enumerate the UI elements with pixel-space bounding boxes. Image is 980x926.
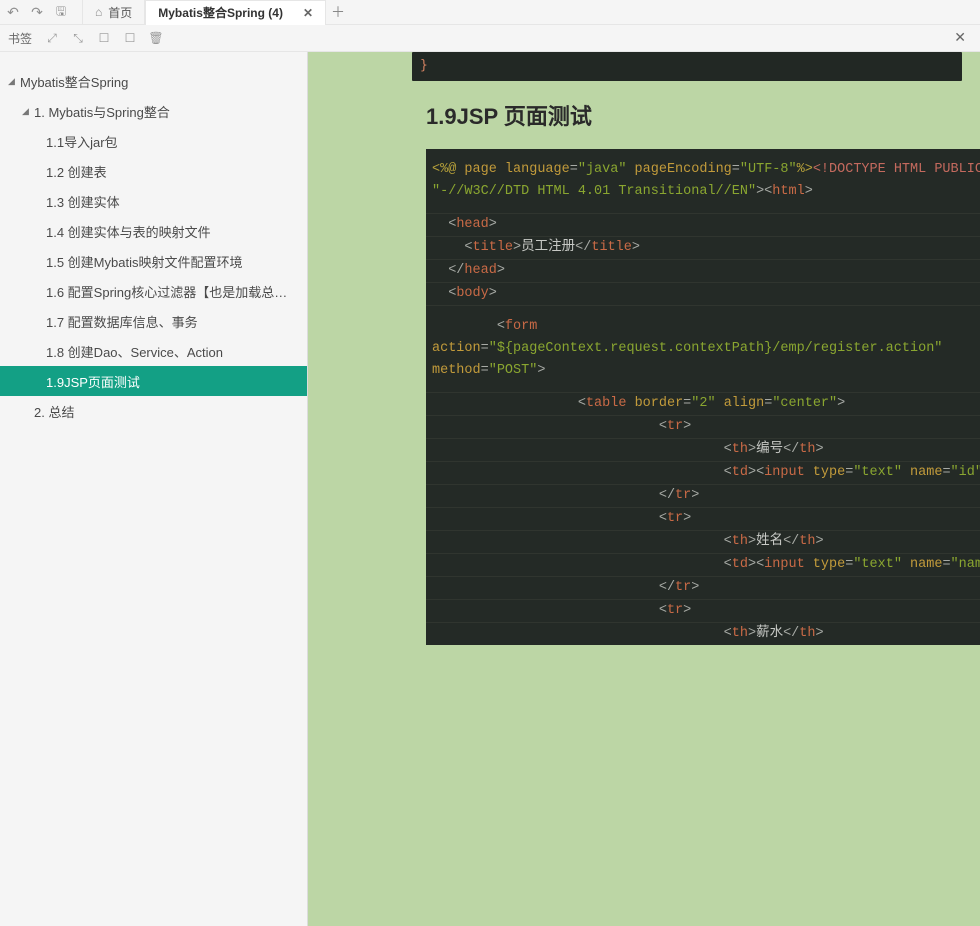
tab-bar: ⌂ 首页 Mybatis整合Spring (4) ✕ ＋ <box>82 0 350 25</box>
code-line: <td><input type="text" name="id"></td> <box>426 462 980 485</box>
code-line: <title>员工注册</title> <box>426 237 980 260</box>
home-icon: ⌂ <box>95 5 102 19</box>
code-line: <%@ page language="java" pageEncoding="U… <box>426 149 980 214</box>
close-panel-icon[interactable]: ✕ <box>954 29 966 46</box>
bookmark-bar: 书签 ⤢ ⤡ ☐ ☐ 🗑 ✕ <box>0 25 980 52</box>
code-line: <th>编号</th> <box>426 439 980 462</box>
bookmark-label: 书签 <box>8 30 32 47</box>
code-line: </tr> <box>426 577 980 600</box>
tree-section-1[interactable]: ◢ 1. Mybatis与Spring整合 <box>0 96 307 126</box>
outline-tree: ◢ Mybatis整合Spring ◢ 1. Mybatis与Spring整合 … <box>0 52 307 426</box>
tree-item[interactable]: 1.6 配置Spring核心过滤器【也是加载总配置... <box>0 276 307 306</box>
code-line: <th>薪水</th> <box>426 623 980 645</box>
bookmark-remove-icon[interactable]: ☐ <box>120 28 140 48</box>
redo-icon[interactable]: ↷ <box>26 1 48 23</box>
nav-icons: ↶ ↷ 🖫 <box>0 1 74 23</box>
code-text: } <box>420 58 428 73</box>
close-icon[interactable]: ✕ <box>303 6 313 20</box>
tab-label: Mybatis整合Spring (4) <box>158 4 283 21</box>
tree-label: 1.7 配置数据库信息、事务 <box>46 312 198 331</box>
content-pane[interactable]: } 1.9JSP 页面测试 <%@ page language="java" p… <box>308 52 980 926</box>
bookmark-icons: ⤢ ⤡ ☐ ☐ 🗑 <box>42 28 166 48</box>
tree-item[interactable]: 1.7 配置数据库信息、事务 <box>0 306 307 336</box>
tree-label: 1.6 配置Spring核心过滤器【也是加载总配置... <box>46 282 296 301</box>
tree-item[interactable]: 1.1导入jar包 <box>0 126 307 156</box>
code-line: <td><input type="text" name="name"></td> <box>426 554 980 577</box>
trash-icon[interactable]: 🗑 <box>146 28 166 48</box>
tree-label: 1.1导入jar包 <box>46 132 118 151</box>
tree-label: 1.4 创建实体与表的映射文件 <box>46 222 211 241</box>
code-line: <tr> <box>426 416 980 439</box>
collapse-icon[interactable]: ⤡ <box>68 28 88 48</box>
tree-label: 1.9JSP页面测试 <box>46 372 140 391</box>
tree-section-2[interactable]: 2. 总结 <box>0 396 307 426</box>
tree-item[interactable]: 1.4 创建实体与表的映射文件 <box>0 216 307 246</box>
tree-label: 1.8 创建Dao、Service、Action <box>46 342 223 361</box>
code-line: <form action="${pageContext.request.cont… <box>426 306 980 393</box>
tree-label: Mybatis整合Spring <box>20 72 128 91</box>
tree-root[interactable]: ◢ Mybatis整合Spring <box>0 66 307 96</box>
expand-icon[interactable]: ⤢ <box>42 28 62 48</box>
code-line: <body> <box>426 283 980 306</box>
tree-label: 2. 总结 <box>34 402 74 421</box>
code-line: </head> <box>426 260 980 283</box>
tree-item[interactable]: 1.3 创建实体 <box>0 186 307 216</box>
code-line: </tr> <box>426 485 980 508</box>
chevron-down-icon: ◢ <box>22 106 32 117</box>
code-block: <%@ page language="java" pageEncoding="U… <box>426 149 980 645</box>
undo-icon[interactable]: ↶ <box>2 1 24 23</box>
section-heading: 1.9JSP 页面测试 <box>426 99 980 131</box>
tree-item[interactable]: 1.5 创建Mybatis映射文件配置环境 <box>0 246 307 276</box>
tree-label: 1.5 创建Mybatis映射文件配置环境 <box>46 252 242 271</box>
code-line: <tr> <box>426 600 980 623</box>
tree-item-selected[interactable]: 1.9JSP页面测试 <box>0 366 307 396</box>
tree-label: 1.2 创建表 <box>46 162 107 181</box>
tab-add-button[interactable]: ＋ <box>326 0 350 25</box>
code-snippet-top: } <box>412 52 962 81</box>
chevron-down-icon: ◢ <box>8 76 18 87</box>
tree-item[interactable]: 1.2 创建表 <box>0 156 307 186</box>
tree-label: 1.3 创建实体 <box>46 192 120 211</box>
tree-label: 1. Mybatis与Spring整合 <box>34 102 170 121</box>
tree-item[interactable]: 1.8 创建Dao、Service、Action <box>0 336 307 366</box>
code-line: <tr> <box>426 508 980 531</box>
save-icon[interactable]: 🖫 <box>50 1 72 23</box>
content-inner: } 1.9JSP 页面测试 <%@ page language="java" p… <box>308 52 980 645</box>
tab-home[interactable]: ⌂ 首页 <box>82 0 145 25</box>
main-area: ◢ Mybatis整合Spring ◢ 1. Mybatis与Spring整合 … <box>0 52 980 926</box>
code-line: <head> <box>426 214 980 237</box>
bookmark-add-icon[interactable]: ☐ <box>94 28 114 48</box>
title-bar: ↶ ↷ 🖫 ⌂ 首页 Mybatis整合Spring (4) ✕ ＋ <box>0 0 980 25</box>
tab-document[interactable]: Mybatis整合Spring (4) ✕ <box>145 0 326 25</box>
outline-sidebar: ◢ Mybatis整合Spring ◢ 1. Mybatis与Spring整合 … <box>0 52 308 926</box>
code-line: <th>姓名</th> <box>426 531 980 554</box>
code-line: <table border="2" align="center"> <box>426 393 980 416</box>
tab-label: 首页 <box>108 4 132 21</box>
